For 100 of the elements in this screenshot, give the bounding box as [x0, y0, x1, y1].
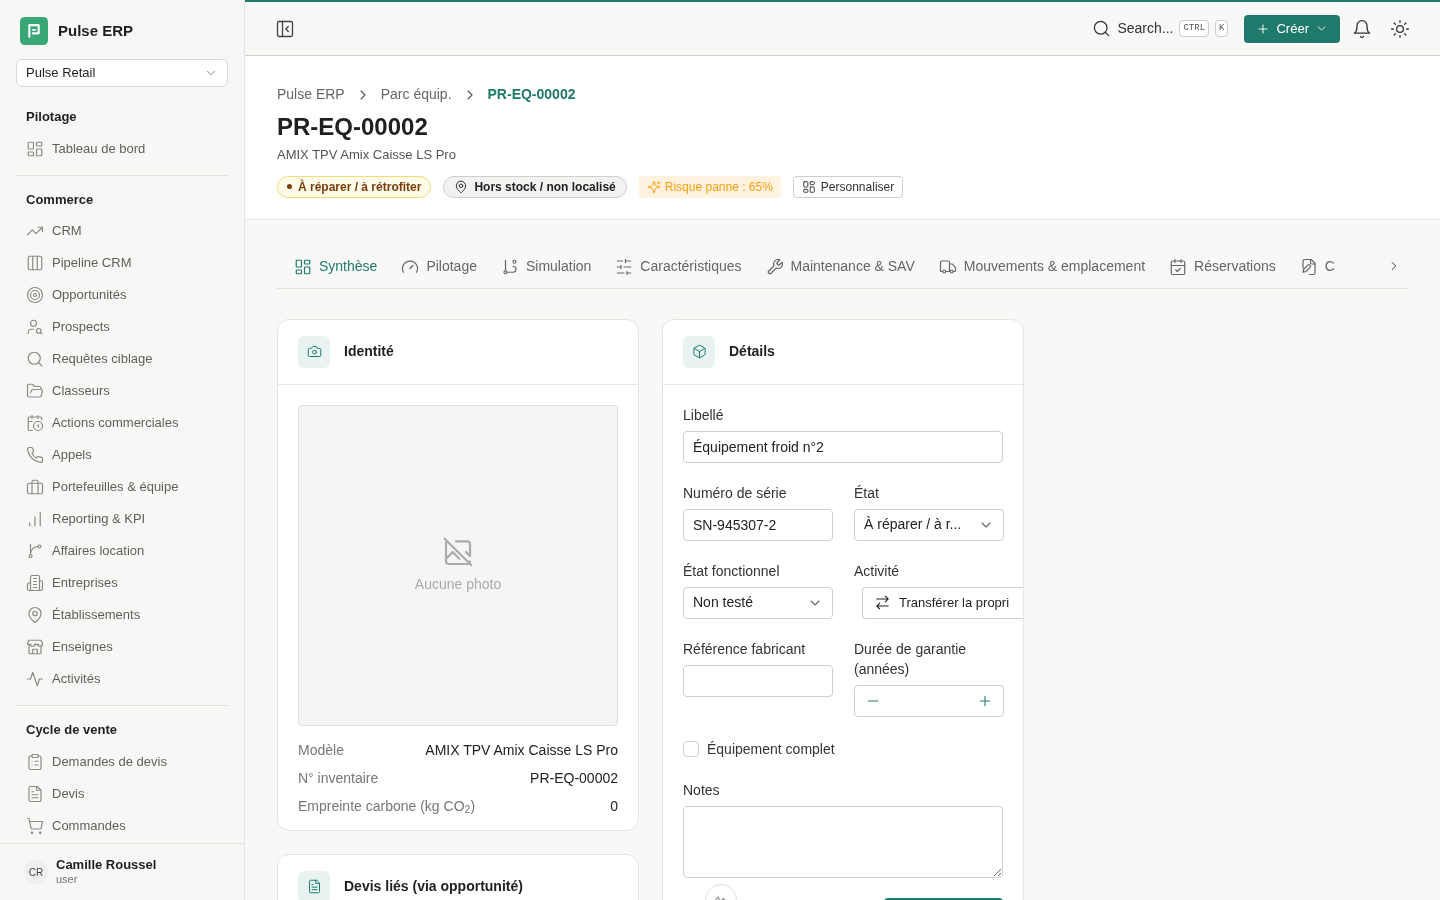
nav-item[interactable]: Classeurs: [16, 375, 228, 407]
logo-icon: [20, 17, 48, 45]
grid-icon: [26, 139, 44, 158]
truck-icon: [938, 257, 957, 276]
status-badge: À réparer / à rétrofiter: [277, 175, 432, 198]
camera-icon: [306, 344, 322, 359]
nav-item[interactable]: Opportunités: [16, 279, 228, 311]
create-button[interactable]: Créer: [1244, 14, 1340, 43]
customize-button[interactable]: Personnaliser: [792, 175, 904, 198]
field-value: PR-EQ-00002: [530, 768, 618, 788]
building-icon: [26, 574, 44, 592]
field-label: Durée de garantie (années): [854, 639, 968, 679]
field-label: N° inventaire: [298, 768, 379, 788]
field-label: Empreinte carbone (kg CO$_{2}$): [298, 796, 476, 816]
tab[interactable]: Synthèse: [294, 245, 378, 288]
nav-item[interactable]: Tableau de bord: [16, 132, 228, 165]
document-icon: [306, 879, 322, 894]
key-hint: CTRL: [1179, 19, 1210, 38]
no-image-icon: [442, 535, 474, 568]
user-search-icon: [26, 318, 44, 336]
tab[interactable]: Simulation: [500, 245, 592, 288]
nav-item[interactable]: Appels: [16, 439, 228, 471]
tab[interactable]: Réservations: [1169, 245, 1276, 288]
nav-item[interactable]: Actions commerciales: [16, 407, 228, 439]
key-hint: K: [1215, 19, 1229, 38]
nav-item[interactable]: Affaires location: [16, 535, 228, 567]
map-pin-icon: [26, 606, 44, 624]
breadcrumb-link[interactable]: Parc équip.: [380, 84, 452, 105]
checkbox[interactable]: [683, 741, 699, 757]
user-role: user: [56, 872, 79, 887]
nav-item[interactable]: Reporting & KPI: [16, 503, 228, 535]
tab[interactable]: C: [1299, 245, 1335, 288]
swap-arrows-icon: [874, 594, 891, 611]
number-stepper[interactable]: [854, 684, 1004, 717]
bar-chart-icon: [26, 510, 44, 528]
nav-item[interactable]: CRM: [16, 215, 228, 247]
card-title: Devis liés (via opportunité): [344, 877, 523, 896]
nav-item[interactable]: Établissements: [16, 599, 228, 631]
field-label: Activité: [854, 561, 901, 581]
cube-icon: [691, 344, 707, 359]
breadcrumb-link[interactable]: Pulse ERP: [277, 84, 345, 105]
phone-icon: [26, 446, 44, 464]
app-name: Pulse ERP: [58, 20, 134, 41]
nav-item[interactable]: Enseignes: [16, 631, 228, 663]
select-field[interactable]: À réparer / à r...: [854, 508, 1004, 541]
workspace-select[interactable]: Pulse Retail: [16, 59, 228, 87]
select-field[interactable]: Non testé: [683, 586, 833, 619]
calendar-clock-icon: [26, 414, 44, 432]
notes-field[interactable]: [683, 805, 1003, 878]
input-field[interactable]: [683, 664, 833, 697]
cart-icon: [26, 816, 44, 835]
nav-item[interactable]: Demandes de devis: [16, 745, 228, 778]
card-title: Identité: [344, 342, 394, 361]
tab[interactable]: Mouvements & emplacement: [938, 245, 1146, 288]
user-name: Camille Roussel: [56, 857, 157, 872]
field-label: État: [854, 483, 880, 503]
sidebar-toggle-icon[interactable]: [275, 18, 295, 39]
layout-icon: [801, 179, 816, 194]
card-title: Détails: [729, 342, 775, 361]
columns-icon: [26, 254, 44, 272]
nav-item[interactable]: Devis: [16, 777, 228, 810]
field-label: Référence fabricant: [683, 639, 807, 659]
route-icon: [500, 257, 519, 276]
input-field[interactable]: SN-945307-2: [683, 508, 833, 541]
store-icon: [26, 638, 44, 656]
nav-item[interactable]: Activités: [16, 663, 228, 695]
search-icon: [26, 350, 44, 368]
field-value: 0: [610, 796, 618, 816]
field-label: État fonctionnel: [683, 561, 781, 581]
wrench-icon: [765, 257, 784, 276]
field-label: Modèle: [298, 740, 344, 760]
tab[interactable]: Caractéristiques: [615, 245, 742, 288]
risk-badge: Risque panne : 65%: [638, 175, 781, 198]
no-photo-text: Aucune photo: [414, 574, 502, 594]
page-title: PR-EQ-00002: [277, 112, 429, 142]
search-button[interactable]: Search... CTRL K: [1092, 18, 1229, 39]
nav-item[interactable]: Pipeline CRM: [16, 247, 228, 279]
bell-icon[interactable]: [1352, 18, 1372, 39]
field-value: AMIX TPV Amix Caisse LS Pro: [425, 740, 618, 760]
calendar-check-icon: [1169, 257, 1188, 276]
section-heading: Pilotage: [25, 108, 78, 126]
nav-item[interactable]: Prospects: [16, 311, 228, 343]
tab[interactable]: Maintenance & SAV: [765, 245, 915, 288]
clipboard-icon: [26, 752, 44, 771]
field-label: Libellé: [683, 405, 725, 425]
nav-item[interactable]: Requêtes ciblage: [16, 343, 228, 375]
section-heading: Commerce: [25, 190, 95, 209]
tab[interactable]: Pilotage: [401, 245, 477, 288]
breadcrumb-current: PR-EQ-00002: [487, 85, 576, 104]
sliders-icon: [615, 257, 634, 276]
checkbox-label: Équipement complet: [707, 739, 835, 759]
location-badge: Hors stock / non localisé: [443, 175, 627, 198]
sparkles-icon: [646, 179, 661, 194]
transfer-button[interactable]: Transférer la propri: [862, 586, 1023, 619]
sun-icon[interactable]: [1390, 18, 1410, 39]
nav-item[interactable]: Portefeuilles & équipe: [16, 471, 228, 503]
pulse-icon: [26, 670, 44, 688]
nav-item[interactable]: Entreprises: [16, 567, 228, 599]
nav-item[interactable]: Commandes: [16, 809, 228, 842]
input-field[interactable]: Équipement froid n°2: [683, 430, 1003, 463]
